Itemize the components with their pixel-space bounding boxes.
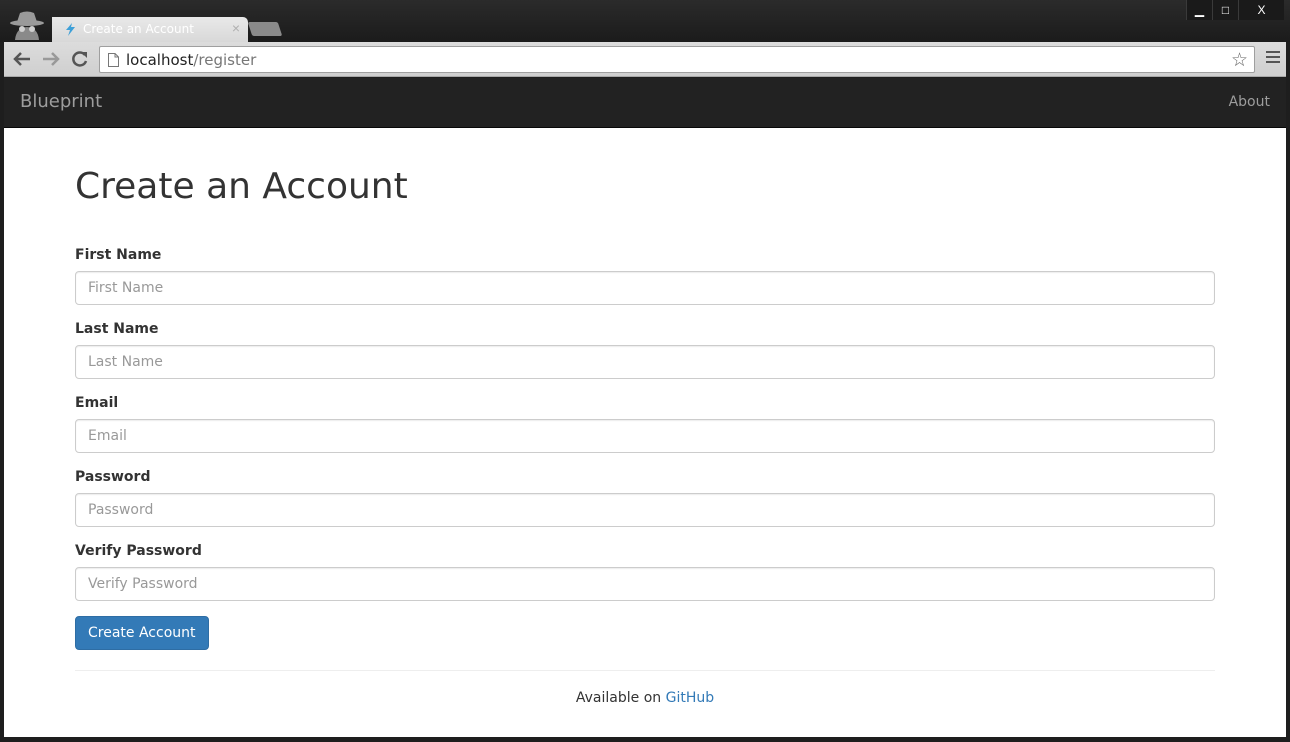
- page-viewport: Blueprint About Create an Account First …: [4, 78, 1286, 737]
- site-navbar: Blueprint About: [4, 78, 1286, 128]
- tab-content: Create an Account ×: [52, 17, 248, 42]
- last-name-label: Last Name: [75, 321, 159, 337]
- navbar-brand[interactable]: Blueprint: [20, 91, 102, 112]
- url-text: localhost/register: [126, 51, 256, 69]
- close-window-button[interactable]: X: [1238, 0, 1284, 20]
- maximize-button[interactable]: □: [1212, 0, 1238, 20]
- email-label: Email: [75, 395, 119, 411]
- password-field[interactable]: [75, 493, 1215, 527]
- browser-menu-icon[interactable]: [1266, 51, 1280, 65]
- browser-toolbar: localhost/register ☆: [4, 42, 1286, 77]
- page-icon: [108, 53, 119, 67]
- bookmark-star-icon[interactable]: ☆: [1231, 49, 1248, 72]
- tab-close-icon[interactable]: ×: [232, 20, 240, 36]
- new-tab-button[interactable]: [247, 22, 283, 36]
- tab-strip: Create an Account × ▁ □ X: [0, 0, 1290, 42]
- page-favicon-icon: [66, 23, 75, 36]
- github-link[interactable]: GitHub: [666, 690, 715, 706]
- page-title: Create an Account: [75, 166, 408, 207]
- first-name-label: First Name: [75, 247, 162, 263]
- nav-link-about[interactable]: About: [1229, 94, 1270, 110]
- first-name-field[interactable]: [75, 271, 1215, 305]
- footer-text: Available on: [575, 690, 666, 706]
- forward-arrow-icon[interactable]: [41, 50, 61, 68]
- tab-title: Create an Account: [83, 22, 194, 36]
- footer-divider: [75, 670, 1215, 671]
- incognito-icon: [10, 11, 44, 40]
- minimize-button[interactable]: ▁: [1186, 0, 1212, 20]
- browser-window: Create an Account × ▁ □ X localhost/regi…: [0, 0, 1290, 742]
- reload-icon[interactable]: [70, 50, 90, 68]
- last-name-field[interactable]: [75, 345, 1215, 379]
- email-field[interactable]: [75, 419, 1215, 453]
- verify-password-field[interactable]: [75, 567, 1215, 601]
- back-arrow-icon[interactable]: [12, 50, 32, 68]
- window-controls: ▁ □ X: [1186, 0, 1284, 20]
- page-footer: Available on GitHub: [75, 690, 1215, 706]
- url-path: /register: [193, 51, 257, 69]
- password-label: Password: [75, 469, 151, 485]
- verify-password-label: Verify Password: [75, 543, 202, 559]
- address-bar[interactable]: localhost/register ☆: [99, 46, 1255, 73]
- window-frame-bottom: [0, 737, 1290, 742]
- url-host: localhost: [126, 51, 194, 69]
- create-account-button[interactable]: Create Account: [75, 616, 209, 650]
